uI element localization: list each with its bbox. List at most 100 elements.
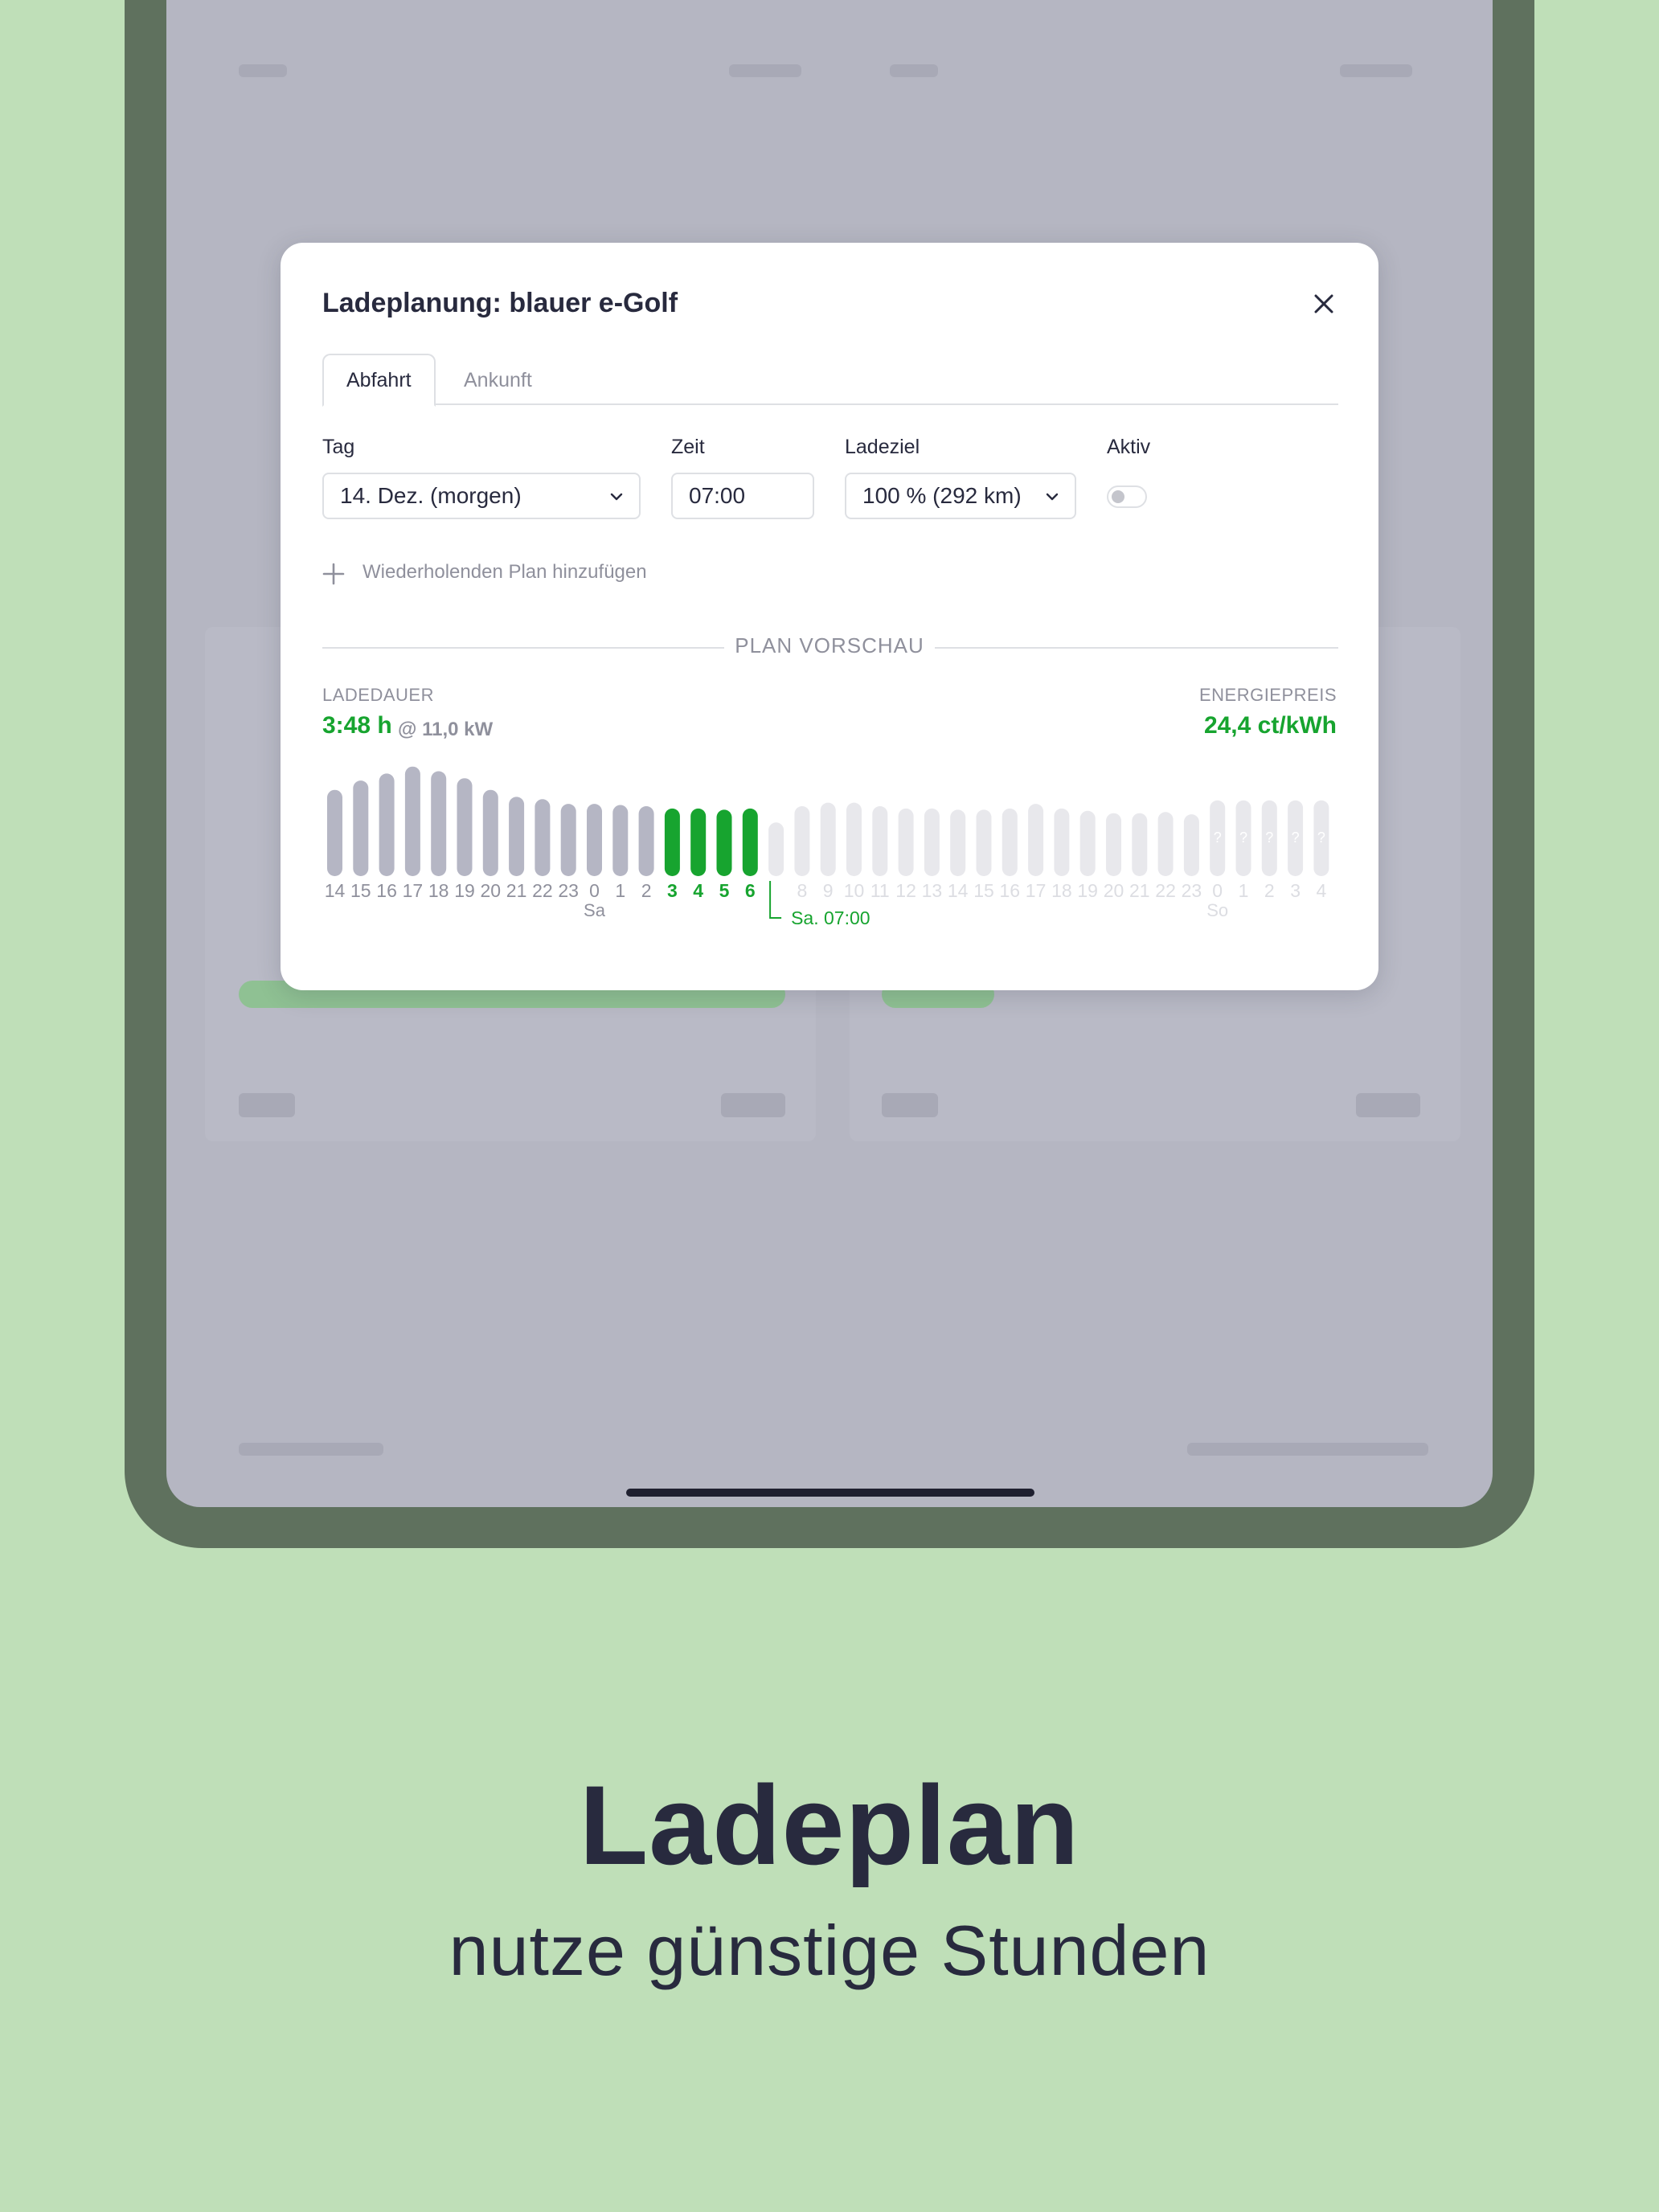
chart-tick-label: 8	[797, 880, 808, 901]
chart-bar	[509, 797, 525, 876]
chart-bar	[1157, 812, 1174, 876]
tab-bar: Abfahrt Ankunft	[322, 354, 1338, 407]
bg-text-line	[239, 1443, 383, 1456]
bg-text-line	[239, 64, 287, 77]
aktiv-toggle[interactable]	[1107, 485, 1147, 508]
charge-power: @ 11,0 kW	[398, 719, 494, 740]
chart-bar	[1002, 808, 1018, 876]
chart-bar	[664, 808, 680, 876]
ladeziel-value: 100 % (292 km)	[862, 483, 1022, 508]
bg-text-line	[1356, 1093, 1420, 1117]
plus-icon	[322, 563, 345, 585]
tag-select[interactable]: 14. Dez. (morgen)	[322, 473, 641, 519]
chart-bar	[612, 805, 629, 876]
chevron-down-icon	[1046, 493, 1059, 501]
chart-bar	[482, 789, 498, 876]
zeit-value: 07:00	[689, 483, 746, 508]
chart-tick-label: 0	[1212, 880, 1223, 901]
ladeziel-select[interactable]: 100 % (292 km)	[845, 473, 1076, 519]
chart-bar	[690, 808, 707, 876]
chart-tick-label: 13	[922, 880, 943, 901]
chart-tick-label: 1	[615, 880, 625, 901]
chart-tick-label: 1	[1239, 880, 1249, 901]
close-icon	[1314, 294, 1333, 313]
chart-unknown-marker: ?	[1317, 830, 1325, 846]
chart-bar	[1079, 810, 1096, 876]
chart-tick-label: 6	[745, 880, 756, 901]
home-indicator	[626, 1489, 1034, 1497]
chevron-down-icon	[610, 493, 623, 501]
chart-bar	[976, 809, 992, 876]
chart-tick-label: 22	[532, 880, 553, 901]
chart-tick-label: 14	[325, 880, 346, 901]
chart-bar	[872, 806, 888, 876]
bg-text-line	[729, 64, 801, 77]
charge-plan-chart: 14 15 16 17 18 19 20 21 22 23 0 1 2 3 4 5 6 8 9 10 11 12 13 14 1…	[325, 766, 1329, 928]
chart-bar	[1106, 813, 1121, 876]
chart-tick-label: 3	[1290, 880, 1301, 901]
chart-tick-label: 2	[641, 880, 652, 901]
add-plan-label: Wiederholenden Plan hinzufügen	[363, 561, 647, 583]
chart-tick-label: 2	[1264, 880, 1275, 901]
chart-tick-label: 21	[1129, 880, 1150, 901]
chart-bar	[716, 809, 732, 876]
chart-bar	[1028, 804, 1044, 876]
chart-bar	[1054, 808, 1070, 876]
chart-bar	[768, 822, 784, 876]
chart-bar	[794, 806, 810, 876]
chart-bar	[820, 802, 836, 876]
chart-tick-label: 23	[1182, 880, 1202, 901]
chart-bar	[846, 802, 862, 876]
bg-text-line	[239, 1093, 295, 1117]
chart-tick-label: 21	[506, 880, 527, 901]
price-label: ENERGIEPREIS	[1198, 685, 1337, 705]
plan-preview-heading: PLAN VORSCHAU	[735, 633, 924, 657]
chart-tick-label: 19	[1077, 880, 1098, 901]
chart-unknown-marker: ?	[1239, 830, 1247, 846]
chart-target-marker	[769, 881, 782, 919]
chart-target-label: Sa. 07:00	[791, 907, 870, 928]
chart-tick-label: 20	[1104, 880, 1124, 901]
modal-title: Ladeplanung: blauer e-Golf	[322, 288, 678, 318]
chart-tick-label: 18	[428, 880, 449, 901]
chart-tick-label: 15	[350, 880, 371, 901]
zeit-label: Zeit	[671, 436, 705, 458]
duration-label: LADEDAUER	[322, 685, 434, 705]
tab-ankunft[interactable]: Ankunft	[440, 354, 556, 407]
chart-unknown-marker: ?	[1214, 830, 1222, 846]
chart-unknown-marker: ?	[1265, 830, 1273, 846]
charge-plan-modal: Ladeplanung: blauer e-Golf Abfahrt Ankun…	[281, 243, 1378, 990]
aktiv-label: Aktiv	[1107, 436, 1151, 458]
chart-bar	[1183, 814, 1199, 876]
chart-tick-label: 4	[1317, 880, 1327, 901]
chart-bar	[1132, 813, 1148, 876]
toggle-knob	[1112, 490, 1124, 503]
chart-day-label: Sa	[584, 900, 606, 920]
chart-tick-label: 4	[693, 880, 703, 901]
chart-unknown-marker: ?	[1292, 830, 1300, 846]
chart-tick-label: 18	[1051, 880, 1072, 901]
chart-tick-label: 23	[558, 880, 579, 901]
zeit-input[interactable]: 07:00	[671, 473, 814, 519]
price-value: 24,4 ct/kWh	[1203, 712, 1337, 739]
chart-bar	[327, 789, 342, 876]
chart-bar	[560, 804, 576, 876]
ladeziel-label: Ladeziel	[845, 436, 920, 458]
bg-text-line	[721, 1093, 785, 1117]
chart-tick-label: 22	[1155, 880, 1176, 901]
duration-value: 3:48 h	[322, 712, 392, 739]
bg-text-line	[882, 1093, 938, 1117]
chart-tick-label: 5	[719, 880, 730, 901]
chart-bar	[638, 806, 654, 876]
chart-bar	[587, 804, 602, 876]
chart-tick-label: 9	[823, 880, 834, 901]
tab-abfahrt[interactable]: Abfahrt	[322, 354, 436, 407]
chart-day-label: So	[1206, 900, 1228, 920]
chart-tick-label: 14	[948, 880, 969, 901]
chart-bar	[898, 808, 914, 876]
chart-tick-label: 19	[454, 880, 475, 901]
chart-bar	[742, 808, 758, 876]
chart-tick-label: 17	[1026, 880, 1047, 901]
close-button[interactable]	[1309, 289, 1338, 318]
bg-text-line	[1187, 1443, 1428, 1456]
